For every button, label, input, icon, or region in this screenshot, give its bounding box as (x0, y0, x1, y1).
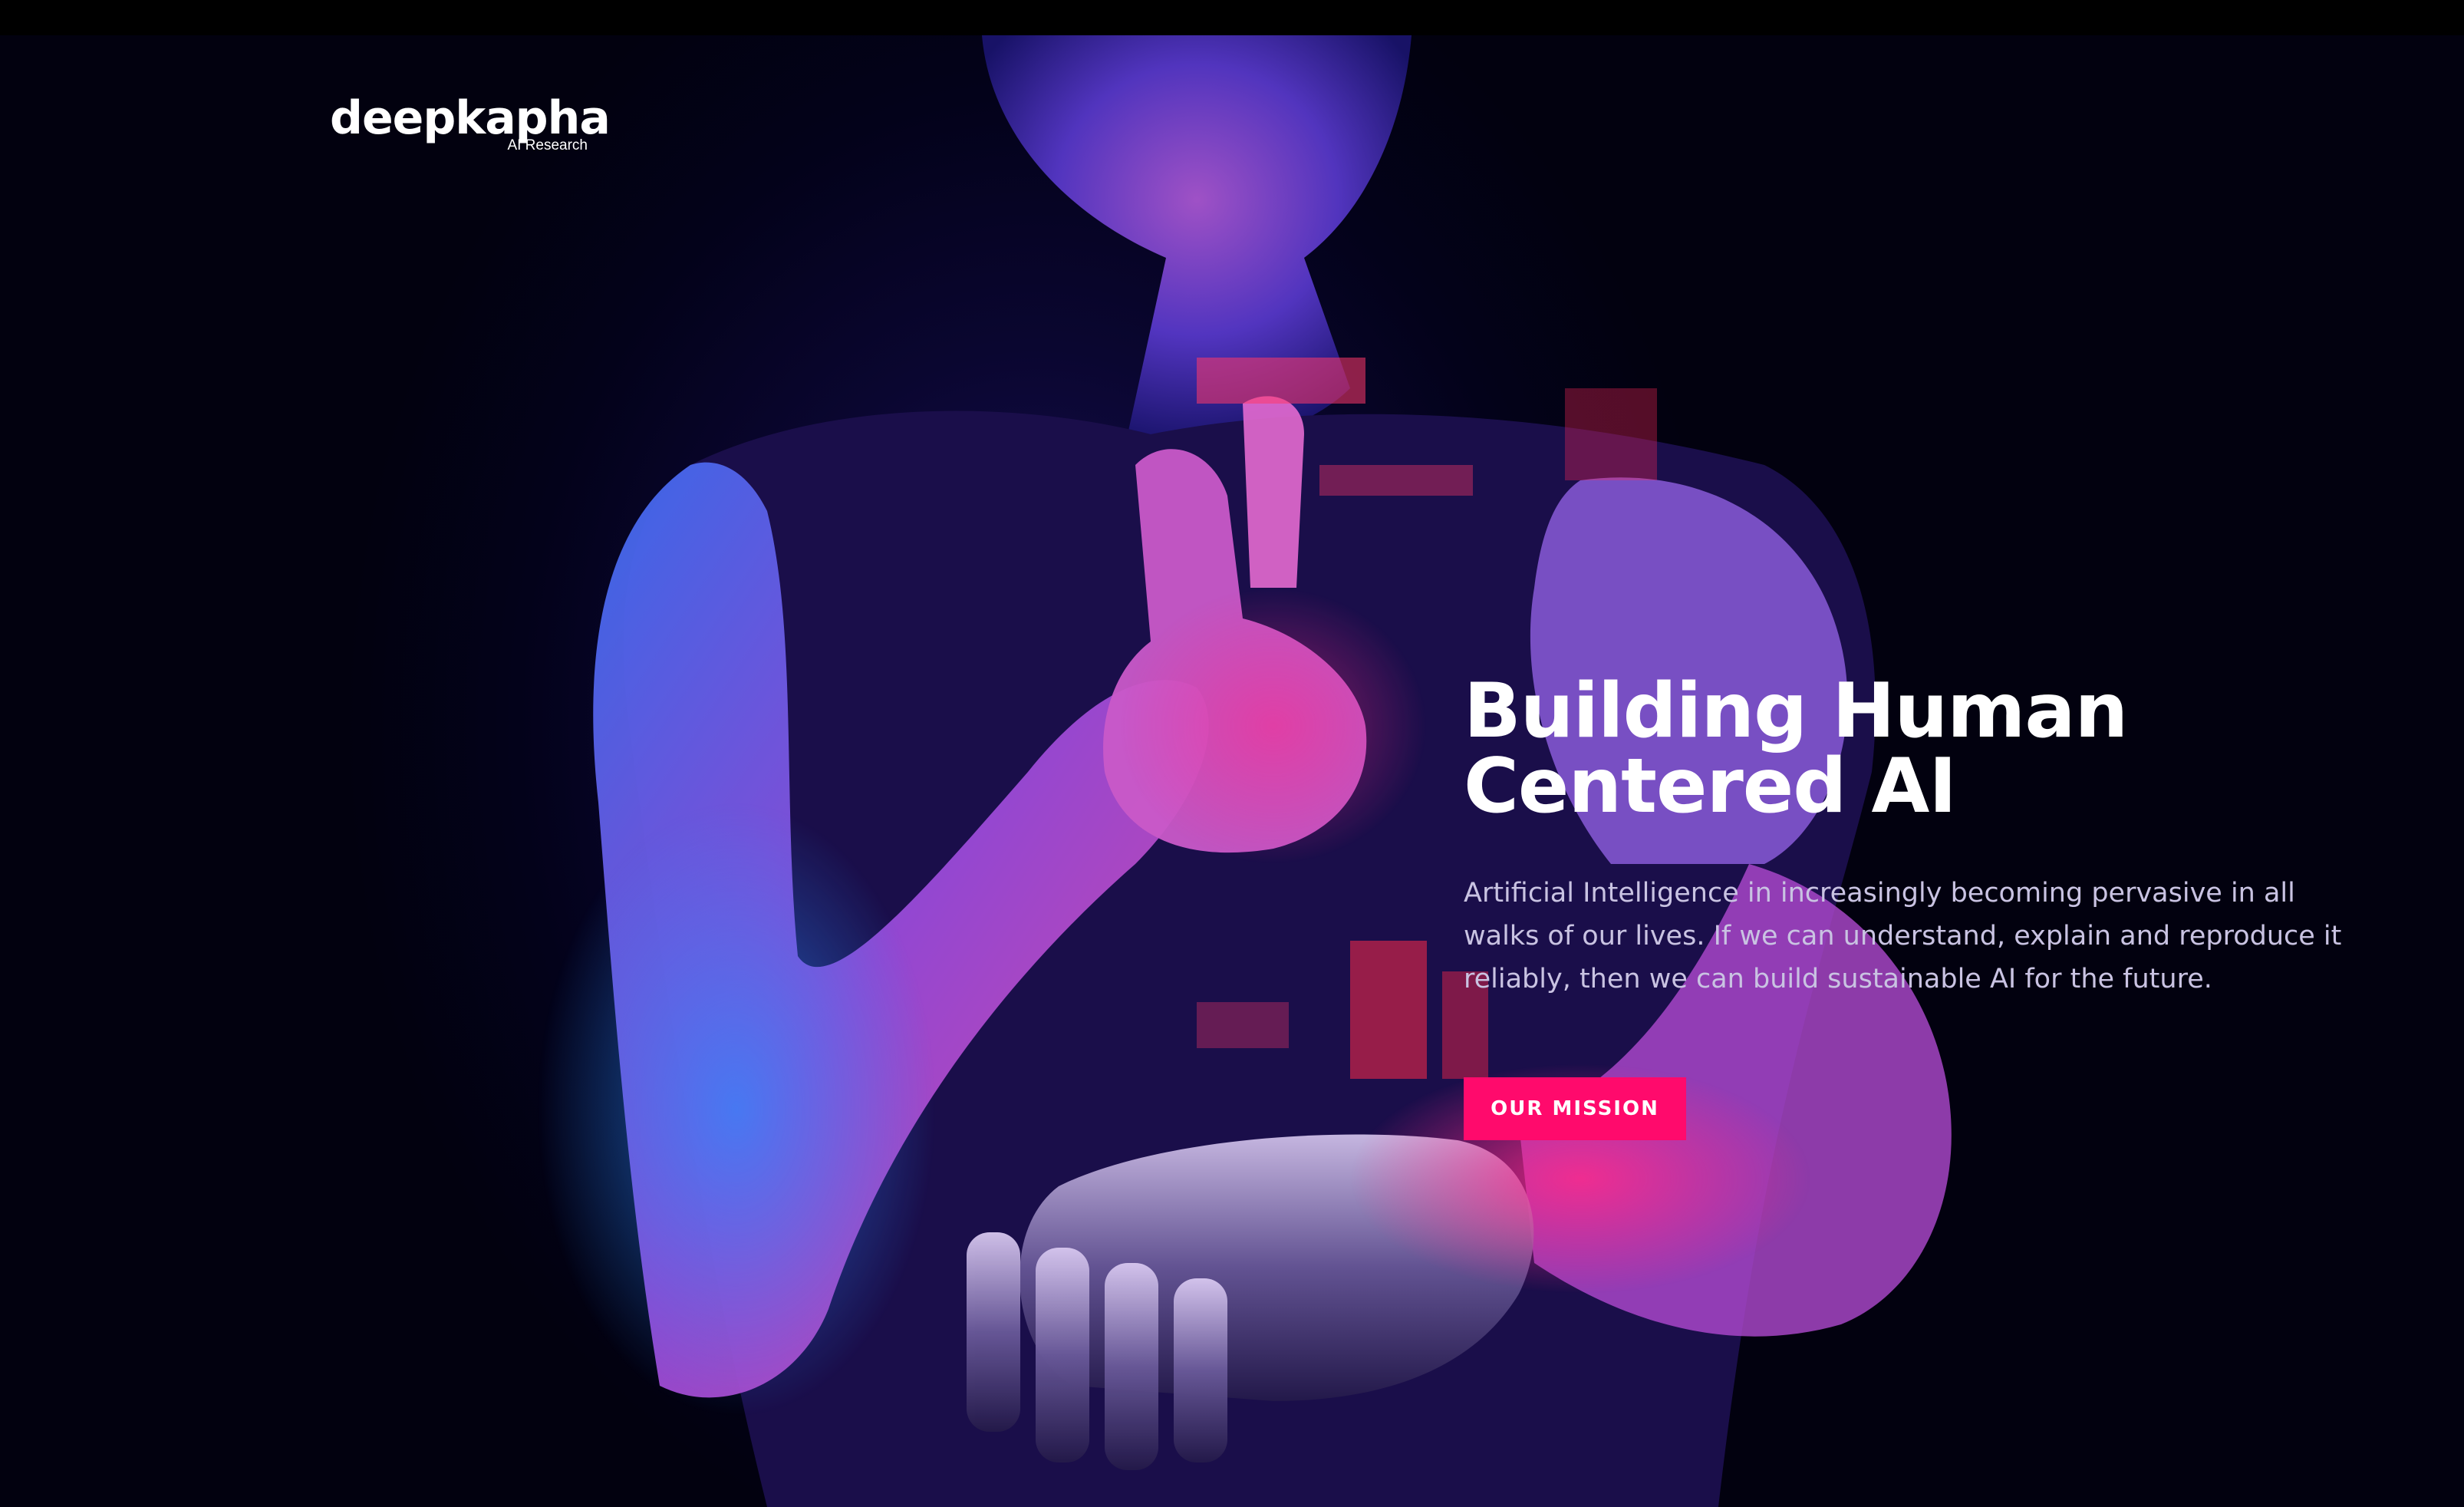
headline-line-1: Building Human (1464, 668, 2128, 755)
top-bar (0, 0, 2464, 35)
headline-line-2: Centered AI (1464, 743, 1957, 830)
brand-logo[interactable]: deepkapha AI Research (330, 89, 611, 158)
hero-content: Building Human Centered AI Artificial In… (1464, 674, 2384, 1001)
brand-tagline: AI Research (507, 137, 588, 153)
hero-description: Artificial Intelligence in increasingly … (1464, 878, 2342, 994)
hero-headline: Building Human Centered AI (1464, 674, 2384, 824)
our-mission-button[interactable]: OUR MISSION (1464, 1077, 1686, 1140)
